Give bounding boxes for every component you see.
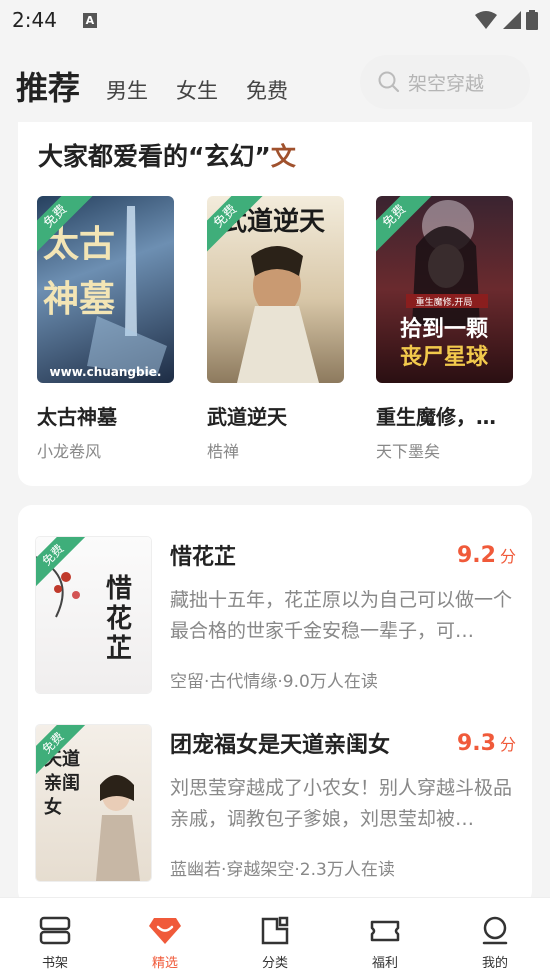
list-item[interactable]: 惜 花 芷 免费 惜花芷 9.2 分 藏拙十五年，花芷原以为自己可以做一个最合格的… [36, 537, 516, 697]
tab-male[interactable]: 男生 [106, 81, 148, 122]
svg-text:芷: 芷 [106, 634, 132, 664]
book-title: 重生魔修，… [376, 405, 496, 429]
book-meta: 蓝幽若·穿越架空·2.3万人在读 [170, 860, 395, 880]
book-meta: 空留·古代情缘·9.0万人在读 [170, 672, 378, 692]
bookshelf-icon [39, 916, 71, 945]
book-card[interactable]: 武道逆天 免费 武道逆天 梏禅 [207, 196, 344, 462]
book-title: 惜花芷 [170, 545, 237, 570]
status-bar: 2:44 A [0, 0, 550, 40]
nav-profile[interactable]: 我的 [440, 898, 550, 979]
book-cover[interactable]: 惜 花 芷 免费 [36, 537, 151, 693]
book-card[interactable]: 太古 神墓 www.chuangbie. 免费 太古神墓 小龙卷风 [37, 196, 174, 462]
book-cover[interactable]: 武道逆天 免费 [207, 196, 344, 383]
book-score: 9.3 分 [457, 731, 516, 756]
book-title: 太古神墓 [37, 405, 117, 429]
svg-text:神墓: 神墓 [43, 278, 116, 320]
search-placeholder: 架空穿越 [408, 72, 485, 95]
tab-female[interactable]: 女生 [176, 81, 218, 122]
book-list: 惜 花 芷 免费 惜花芷 9.2 分 藏拙十五年，花芷原以为自己可以做一个最合格的… [18, 505, 532, 905]
nav-featured[interactable]: 精选 [110, 898, 220, 979]
nav-category[interactable]: 分类 [220, 898, 330, 979]
diamond-icon [149, 918, 181, 944]
book-title: 团宠福女是天道亲闺女 [170, 733, 391, 758]
category-icon [261, 916, 289, 945]
wifi-icon [475, 11, 497, 29]
svg-text:丧尸星球: 丧尸星球 [400, 344, 489, 370]
book-description: 刘思莹穿越成了小农女！别人穿越斗极品亲戚，调教包子爹娘，刘思莹却被… [170, 777, 513, 830]
svg-text:惜: 惜 [106, 574, 132, 604]
book-author: 天下墨矣 [376, 442, 441, 461]
tab-free[interactable]: 免费 [246, 81, 288, 122]
book-title: 武道逆天 [207, 405, 287, 429]
search-icon [378, 71, 400, 93]
nav-bookshelf[interactable]: 书架 [0, 898, 110, 979]
section-title: 大家都爱看的“玄幻”文 [38, 142, 296, 171]
nav-welfare[interactable]: 福利 [330, 898, 440, 979]
search-box[interactable]: 架空穿越 [360, 55, 530, 109]
book-cover[interactable]: 天道 亲闺 女 免费 [36, 725, 151, 881]
ticket-icon [370, 920, 400, 942]
book-card[interactable]: 重生魔修,开局 拾到一颗 丧尸星球 免费 重生魔修，… 天下墨矣 [376, 196, 513, 462]
status-icons [474, 10, 538, 30]
tab-recommend[interactable]: 推荐 [16, 72, 80, 122]
notification-icon: A [82, 12, 97, 28]
cover-subtitle: www.chuangbie. [49, 365, 162, 379]
book-cover[interactable]: 太古 神墓 www.chuangbie. 免费 [37, 196, 174, 383]
svg-text:拾到一颗: 拾到一颗 [400, 316, 488, 342]
signal-icon [503, 11, 521, 29]
svg-text:亲闺: 亲闺 [44, 772, 80, 794]
svg-text:女: 女 [44, 796, 62, 818]
status-time: 2:44 [12, 8, 57, 32]
profile-icon [482, 916, 508, 945]
bottom-nav: 书架 精选 分类 福利 我的 [0, 897, 550, 979]
list-item[interactable]: 天道 亲闺 女 免费 团宠福女是天道亲闺女 9.3 分 刘思莹穿越成了小农女！别人… [36, 725, 516, 885]
book-score: 9.2 分 [457, 543, 516, 568]
header: 推荐 男生 女生 免费 架空穿越 [0, 52, 550, 122]
book-cover[interactable]: 重生魔修,开局 拾到一颗 丧尸星球 免费 [376, 196, 513, 383]
battery-icon [526, 10, 538, 30]
xuanhuan-section: 大家都爱看的“玄幻”文 太古 神墓 www.chuangbie. 免费 太古神墓… [18, 122, 532, 486]
book-author: 小龙卷风 [37, 442, 102, 461]
svg-text:重生魔修,开局: 重生魔修,开局 [416, 296, 473, 308]
svg-text:花: 花 [106, 604, 132, 634]
book-author: 梏禅 [207, 442, 240, 461]
book-description: 藏拙十五年，花芷原以为自己可以做一个最合格的世家千金安稳一辈子，可… [170, 589, 513, 642]
